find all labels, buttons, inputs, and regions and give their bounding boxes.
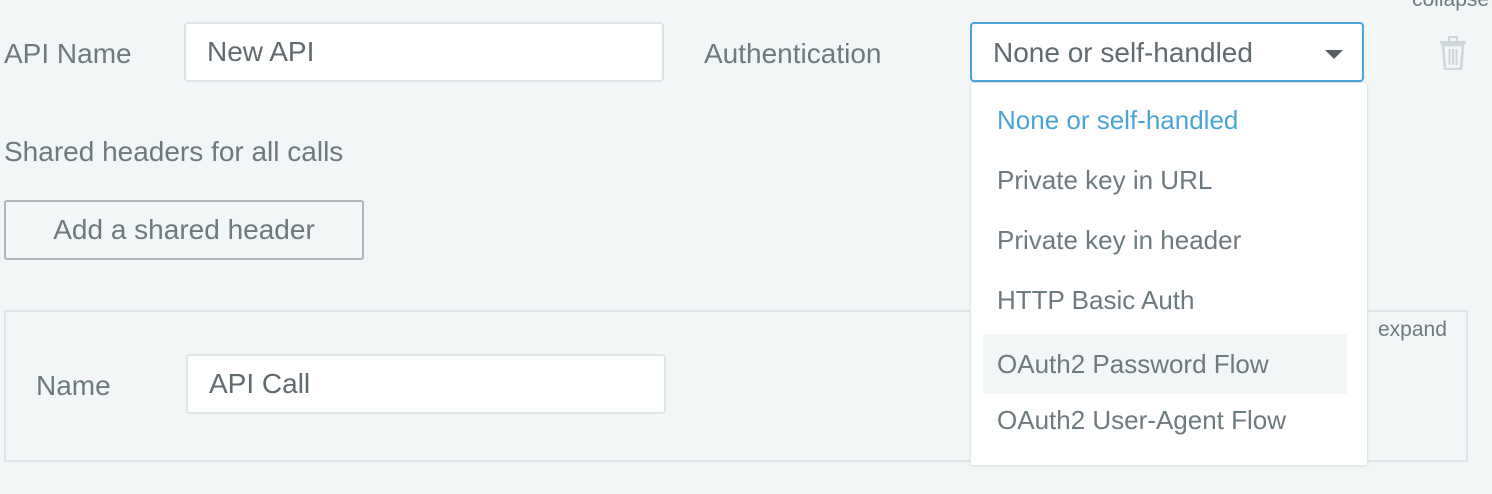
dropdown-option-http-basic-auth[interactable]: HTTP Basic Auth xyxy=(983,270,1347,330)
add-shared-header-button[interactable]: Add a shared header xyxy=(4,200,364,260)
shared-headers-label: Shared headers for all calls xyxy=(4,136,344,167)
trash-icon[interactable] xyxy=(1438,36,1468,70)
dropdown-option-private-key-header[interactable]: Private key in header xyxy=(983,210,1347,270)
call-name-label: Name xyxy=(36,370,111,401)
authentication-dropdown-menu: None or self-handled Private key in URL … xyxy=(970,82,1368,466)
dropdown-option-oauth2-user-agent[interactable]: OAuth2 User-Agent Flow xyxy=(983,390,1347,450)
call-name-input[interactable] xyxy=(186,354,666,414)
authentication-label: Authentication xyxy=(704,38,882,69)
expand-link[interactable]: expand xyxy=(1378,318,1447,342)
dropdown-option-none[interactable]: None or self-handled xyxy=(983,90,1347,150)
caret-down-icon xyxy=(1325,50,1343,59)
dropdown-option-oauth2-password[interactable]: OAuth2 Password Flow xyxy=(983,334,1347,394)
authentication-select[interactable]: None or self-handled xyxy=(970,22,1364,82)
collapse-link[interactable]: collapse xyxy=(1412,0,1489,12)
dropdown-option-private-key-url[interactable]: Private key in URL xyxy=(983,150,1347,210)
api-name-label: API Name xyxy=(4,38,132,69)
api-name-input[interactable] xyxy=(184,22,664,82)
authentication-selected-value: None or self-handled xyxy=(993,37,1253,68)
